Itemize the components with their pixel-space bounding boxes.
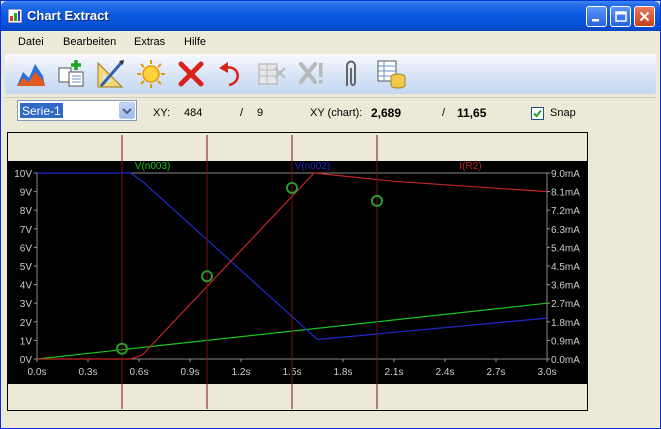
y-left-tick-label: 9V — [20, 188, 33, 199]
title-bar[interactable]: Chart Extract — [1, 1, 660, 31]
x-tick-label: 0.6s — [130, 367, 149, 378]
y-right-tick-label: 0.9mA — [551, 336, 580, 347]
series-select[interactable]: Serie-1 — [17, 100, 137, 121]
xy-x-value: 484 — [184, 107, 203, 119]
chart-panel[interactable]: 0.0s 0.3s 0.6s 0.9s 1.2s 1.5s 1.8s 2.1s 2.4s 2.7s… — [7, 132, 588, 411]
close-icon — [639, 11, 650, 22]
maximize-icon — [615, 11, 627, 22]
toolbar-separator — [5, 97, 656, 98]
y-left-tick-label: 4V — [20, 281, 33, 292]
menu-bearbeiten[interactable]: Bearbeiten — [63, 36, 116, 48]
xy-slash: / — [240, 107, 244, 119]
x-tick-label: 1.8s — [334, 367, 353, 378]
xy-chart-label: XY (chart): — [310, 107, 363, 119]
legend-ir2: I(R2) — [459, 161, 481, 172]
y-left-tick-label: 8V — [20, 206, 33, 217]
maximize-button[interactable] — [610, 6, 631, 27]
light-icon — [137, 60, 165, 88]
y-right-tick-label: 2.7mA — [551, 299, 580, 310]
delete-button[interactable] — [173, 56, 209, 92]
calibrate-button[interactable] — [93, 56, 129, 92]
toolbar — [5, 54, 656, 94]
xy-chart-x-value: 2,689 — [371, 106, 402, 120]
add-table-button[interactable] — [53, 56, 89, 92]
light-button[interactable] — [133, 56, 169, 92]
export-database-button[interactable] — [373, 56, 409, 92]
grid-disabled-icon — [258, 63, 286, 85]
app-icon — [8, 9, 22, 23]
y-left-tick-label: 7V — [20, 225, 33, 236]
series-select-dropdown-button[interactable] — [119, 102, 135, 119]
minimize-icon — [592, 19, 599, 22]
y-right-tick-label: 5.4mA — [551, 243, 580, 254]
y-left-tick-label: 5V — [20, 262, 33, 273]
legend-vn002: V(n002) — [295, 161, 331, 172]
close-button[interactable] — [634, 6, 655, 27]
xy-chart-slash: / — [442, 107, 446, 119]
snap-checkbox[interactable] — [531, 107, 544, 120]
warning-button-disabled[interactable] — [293, 56, 329, 92]
menu-extras[interactable]: Extras — [134, 36, 165, 48]
legend-vn003: V(n003) — [135, 161, 171, 172]
x-tick-label: 1.2s — [232, 367, 251, 378]
x-tick-label: 0.9s — [181, 367, 200, 378]
menu-bar: Datei Bearbeiten Extras Hilfe — [1, 31, 660, 53]
chevron-down-icon — [122, 108, 132, 115]
y-right-tick-label: 3.6mA — [551, 281, 580, 292]
chart-icon — [17, 64, 45, 86]
y-left-tick-label: 0V — [20, 355, 33, 366]
y-right-tick-label: 6.3mA — [551, 225, 580, 236]
checkmark-icon — [533, 109, 542, 118]
calibrate-icon — [97, 60, 124, 88]
app-window: Chart Extract Datei Bearbeiten Extras Hi… — [0, 0, 661, 429]
export-database-icon — [377, 60, 406, 89]
y-left-tick-label: 3V — [20, 299, 33, 310]
menu-hilfe[interactable]: Hilfe — [184, 36, 206, 48]
y-right-tick-label: 1.8mA — [551, 318, 580, 329]
x-tick-label: 2.4s — [436, 367, 455, 378]
x-tick-label: 0.3s — [79, 367, 98, 378]
add-table-icon — [58, 60, 84, 87]
y-right-tick-label: 0.0mA — [551, 355, 580, 366]
attach-icon — [346, 60, 356, 86]
window-title: Chart Extract — [27, 8, 109, 23]
xy-y-value: 9 — [257, 107, 264, 119]
y-left-tick-label: 6V — [20, 243, 33, 254]
delete-icon — [178, 61, 204, 87]
plot-background — [8, 161, 587, 384]
undo-icon — [219, 62, 239, 87]
snap-label: Snap — [550, 107, 576, 119]
y-right-tick-label: 8.1mA — [551, 188, 580, 199]
x-tick-label: 3.0s — [538, 367, 557, 378]
y-left-tick-label: 1V — [20, 336, 33, 347]
y-right-tick-label: 7.2mA — [551, 206, 580, 217]
x-tick-label: 2.1s — [385, 367, 404, 378]
xy-label: XY: — [153, 107, 171, 119]
x-tick-label: 2.7s — [487, 367, 506, 378]
minimize-button[interactable] — [586, 6, 607, 27]
menu-datei[interactable]: Datei — [18, 36, 44, 48]
chart-canvas[interactable]: 0.0s 0.3s 0.6s 0.9s 1.2s 1.5s 1.8s 2.1s 2.4s 2.7s… — [8, 133, 587, 410]
y-right-tick-label: 9.0mA — [551, 169, 580, 180]
series-select-value: Serie-1 — [20, 103, 63, 118]
y-left-tick-label: 2V — [20, 318, 33, 329]
y-left-tick-label: 10V — [14, 169, 32, 180]
attach-button[interactable] — [333, 56, 369, 92]
undo-button[interactable] — [213, 56, 249, 92]
chart-button[interactable] — [13, 56, 49, 92]
x-tick-label: 0.0s — [28, 367, 47, 378]
xy-chart-y-value: 11,65 — [457, 106, 487, 120]
grid-button-disabled[interactable] — [253, 56, 289, 92]
warning-disabled-icon — [299, 62, 323, 84]
y-right-tick-label: 4.5mA — [551, 262, 580, 273]
